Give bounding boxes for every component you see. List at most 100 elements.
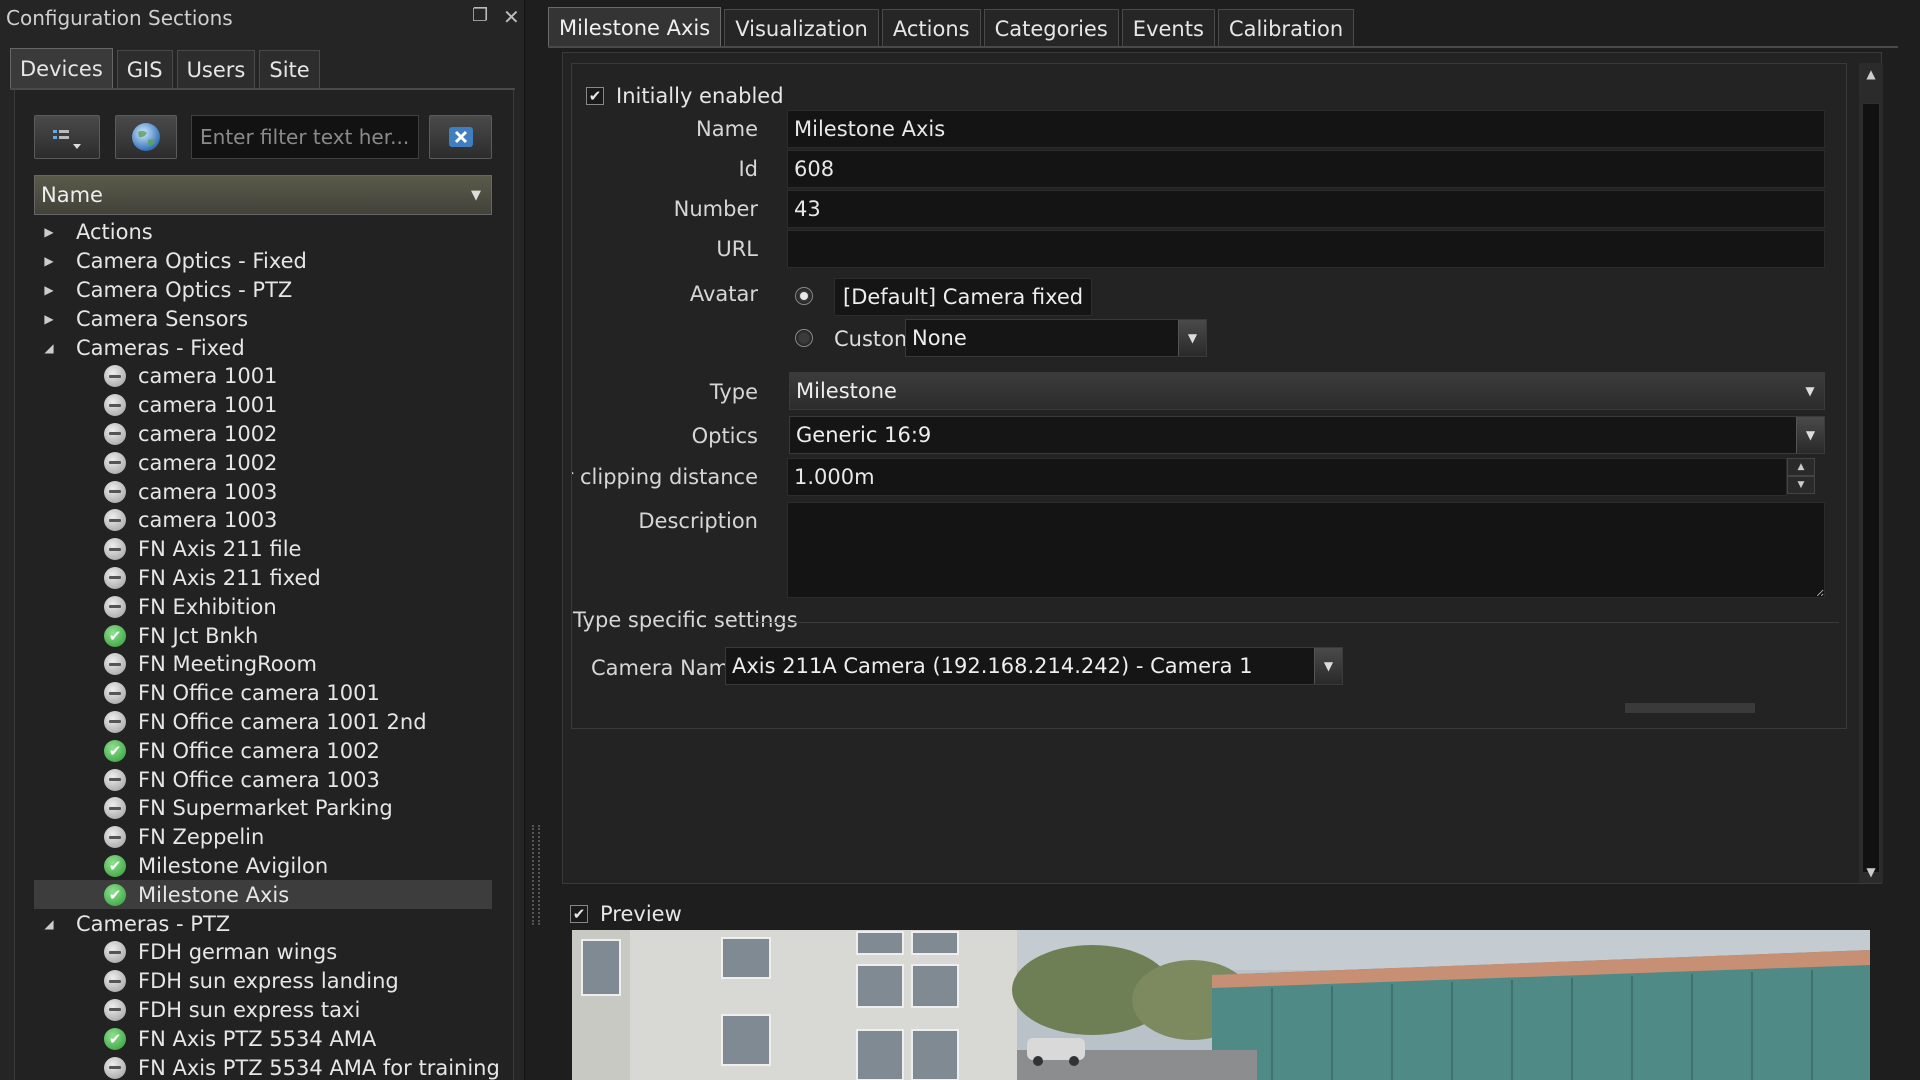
collapse-arrow-icon[interactable]: ◢ — [42, 341, 56, 355]
tree-item-fn-supermarket-parking[interactable]: FN Supermarket Parking — [34, 794, 492, 823]
property-tabs: Milestone Axis Visualization Actions Cat… — [548, 7, 1355, 47]
camera-name-label: Camera Name — [591, 656, 743, 680]
vertical-scrollbar[interactable]: ▲ ▼ — [1859, 63, 1883, 883]
tree-item-fn-jct-bnkh[interactable]: ✔ FN Jct Bnkh — [34, 621, 492, 650]
tab-events[interactable]: Events — [1121, 9, 1215, 47]
tree-item-fdh-sun-express-landing[interactable]: FDH sun express landing — [34, 967, 492, 996]
collapse-arrow-icon[interactable]: ◢ — [42, 917, 56, 931]
tree-item-fn-exhibition[interactable]: FN Exhibition — [34, 592, 492, 621]
spin-up-icon[interactable]: ▲ — [1787, 458, 1815, 476]
expand-arrow-icon[interactable]: ▶ — [42, 225, 56, 239]
filter-input[interactable] — [191, 115, 419, 159]
initially-enabled-checkbox[interactable]: ✔ — [586, 87, 604, 105]
tree-item-camera-1003[interactable]: camera 1003 — [34, 506, 492, 535]
tab-gis[interactable]: GIS — [116, 50, 173, 88]
vertical-scroll-thumb[interactable] — [1862, 103, 1880, 873]
tab-milestone-axis[interactable]: Milestone Axis — [548, 7, 722, 47]
panel-title: Configuration Sections — [6, 6, 233, 30]
tree-item-label: Milestone Avigilon — [138, 853, 329, 878]
tree-column-header[interactable]: Name ▼ — [34, 175, 492, 215]
number-field[interactable] — [787, 190, 1825, 228]
tree-item-fn-meetingroom[interactable]: FN MeetingRoom — [34, 650, 492, 679]
tree-item-camera-1003[interactable]: camera 1003 — [34, 477, 492, 506]
tree-item-milestone-avigilon[interactable]: ✔ Milestone Avigilon — [34, 852, 492, 881]
list-menu-icon — [53, 130, 81, 149]
near-clipping-spinner[interactable]: ▲ ▼ — [1787, 458, 1815, 494]
tree-category-cameras-fixed[interactable]: ◢ Cameras - Fixed — [34, 333, 492, 362]
description-field[interactable] — [787, 502, 1825, 598]
tree-item-label: FDH sun express taxi — [138, 997, 361, 1022]
tree-item-fn-office-camera-1002[interactable]: ✔ FN Office camera 1002 — [34, 736, 492, 765]
tree-item-label: FN Office camera 1002 — [138, 738, 380, 763]
chevron-down-icon: ▼ — [1796, 417, 1824, 453]
optics-value: Generic 16:9 — [796, 423, 932, 447]
status-disabled-icon — [104, 653, 126, 676]
avatar-default-radio[interactable] — [795, 287, 813, 305]
tree-item-fn-axis-ptz-5534-ama[interactable]: ✔ FN Axis PTZ 5534 AMA — [34, 1024, 492, 1053]
tab-visualization[interactable]: Visualization — [724, 9, 879, 47]
tree-item-fn-axis-211-file[interactable]: FN Axis 211 file — [34, 535, 492, 564]
tree-item-fn-axis-ptz-5534-ama-for-training[interactable]: FN Axis PTZ 5534 AMA for training — [34, 1053, 500, 1080]
tree-category-camera-optics-fixed[interactable]: ▶ Camera Optics - Fixed — [34, 247, 492, 276]
tree-category-camera-sensors[interactable]: ▶ Camera Sensors — [34, 304, 492, 333]
tree-item-fn-axis-211-fixed[interactable]: FN Axis 211 fixed — [34, 564, 492, 593]
tree-item-fn-office-camera-1001-2nd[interactable]: FN Office camera 1001 2nd — [34, 708, 492, 737]
tree-item-camera-1001[interactable]: camera 1001 — [34, 391, 492, 420]
status-disabled-icon — [104, 566, 126, 589]
splitter-handle[interactable] — [532, 825, 540, 925]
tree-item-fn-zeppelin[interactable]: FN Zeppelin — [34, 823, 492, 852]
tree-item-label: camera 1001 — [138, 393, 278, 418]
status-disabled-icon — [104, 480, 126, 503]
status-disabled-icon — [104, 422, 126, 445]
tree-category-actions[interactable]: ▶ Actions — [34, 218, 492, 247]
preview-checkbox[interactable]: ✔ — [570, 905, 588, 923]
expand-arrow-icon[interactable]: ▶ — [42, 283, 56, 297]
pin-icon[interactable]: ❐ — [472, 5, 488, 26]
expand-arrow-icon[interactable]: ▶ — [42, 312, 56, 326]
tab-categories[interactable]: Categories — [983, 9, 1119, 47]
horizontal-scrollbar[interactable] — [575, 699, 1835, 713]
avatar-custom-radio[interactable] — [795, 329, 813, 347]
spin-down-icon[interactable]: ▼ — [1787, 476, 1815, 494]
globe-button[interactable] — [115, 115, 177, 159]
name-field[interactable] — [787, 110, 1825, 148]
view-menu-button[interactable] — [34, 115, 100, 159]
tab-users[interactable]: Users — [176, 50, 256, 88]
optics-select[interactable]: Generic 16:9 ▼ — [789, 416, 1825, 454]
scroll-up-icon[interactable]: ▲ — [1859, 63, 1883, 85]
chevron-down-icon: ▼ — [471, 187, 481, 203]
type-select[interactable]: Milestone ▼ — [789, 372, 1825, 410]
tree-item-milestone-axis[interactable]: ✔ Milestone Axis — [34, 880, 492, 910]
near-clipping-field[interactable] — [787, 458, 1787, 496]
tree-item-camera-1001[interactable]: camera 1001 — [34, 362, 492, 391]
camera-name-select[interactable]: Axis 211A Camera (192.168.214.242) - Cam… — [725, 647, 1343, 685]
status-disabled-icon — [104, 1056, 126, 1079]
tree-category-camera-optics-ptz[interactable]: ▶ Camera Optics - PTZ — [34, 276, 492, 305]
properties-form: ✔ Initially enabled Name Id Number URL A… — [562, 52, 1883, 884]
tree-item-fdh-sun-express-taxi[interactable]: FDH sun express taxi — [34, 996, 492, 1025]
avatar-custom-select[interactable]: None ▼ — [905, 319, 1207, 357]
tab-devices[interactable]: Devices — [10, 48, 113, 88]
tab-actions[interactable]: Actions — [881, 9, 981, 47]
tree-item-fdh-german-wings[interactable]: FDH german wings — [34, 938, 492, 967]
status-disabled-icon — [104, 538, 126, 561]
tree-category-cameras-ptz[interactable]: ◢ Cameras - PTZ — [34, 909, 492, 938]
tab-calibration[interactable]: Calibration — [1217, 9, 1355, 47]
horizontal-scroll-thumb[interactable] — [1625, 703, 1755, 713]
tab-divider — [548, 46, 1898, 48]
expand-arrow-icon[interactable]: ▶ — [42, 254, 56, 268]
device-tree: ▶ Actions ▶ Camera Optics - Fixed ▶ Camera Op… — [34, 218, 500, 1080]
tree-item-label: FN MeetingRoom — [138, 652, 317, 677]
tab-site[interactable]: Site — [259, 50, 320, 88]
url-field[interactable] — [787, 230, 1825, 268]
tree-item-label: FN Axis PTZ 5534 AMA — [138, 1026, 377, 1051]
group-divider — [753, 622, 1839, 623]
close-icon[interactable]: ✕ — [503, 5, 520, 29]
tree-item-camera-1002[interactable]: camera 1002 — [34, 420, 492, 449]
scroll-down-icon[interactable]: ▼ — [1859, 861, 1883, 883]
clear-filter-button[interactable] — [429, 115, 492, 159]
tree-item-fn-office-camera-1003[interactable]: FN Office camera 1003 — [34, 765, 492, 794]
id-field[interactable] — [787, 150, 1825, 188]
tree-item-fn-office-camera-1001[interactable]: FN Office camera 1001 — [34, 679, 492, 708]
tree-item-camera-1002[interactable]: camera 1002 — [34, 448, 492, 477]
